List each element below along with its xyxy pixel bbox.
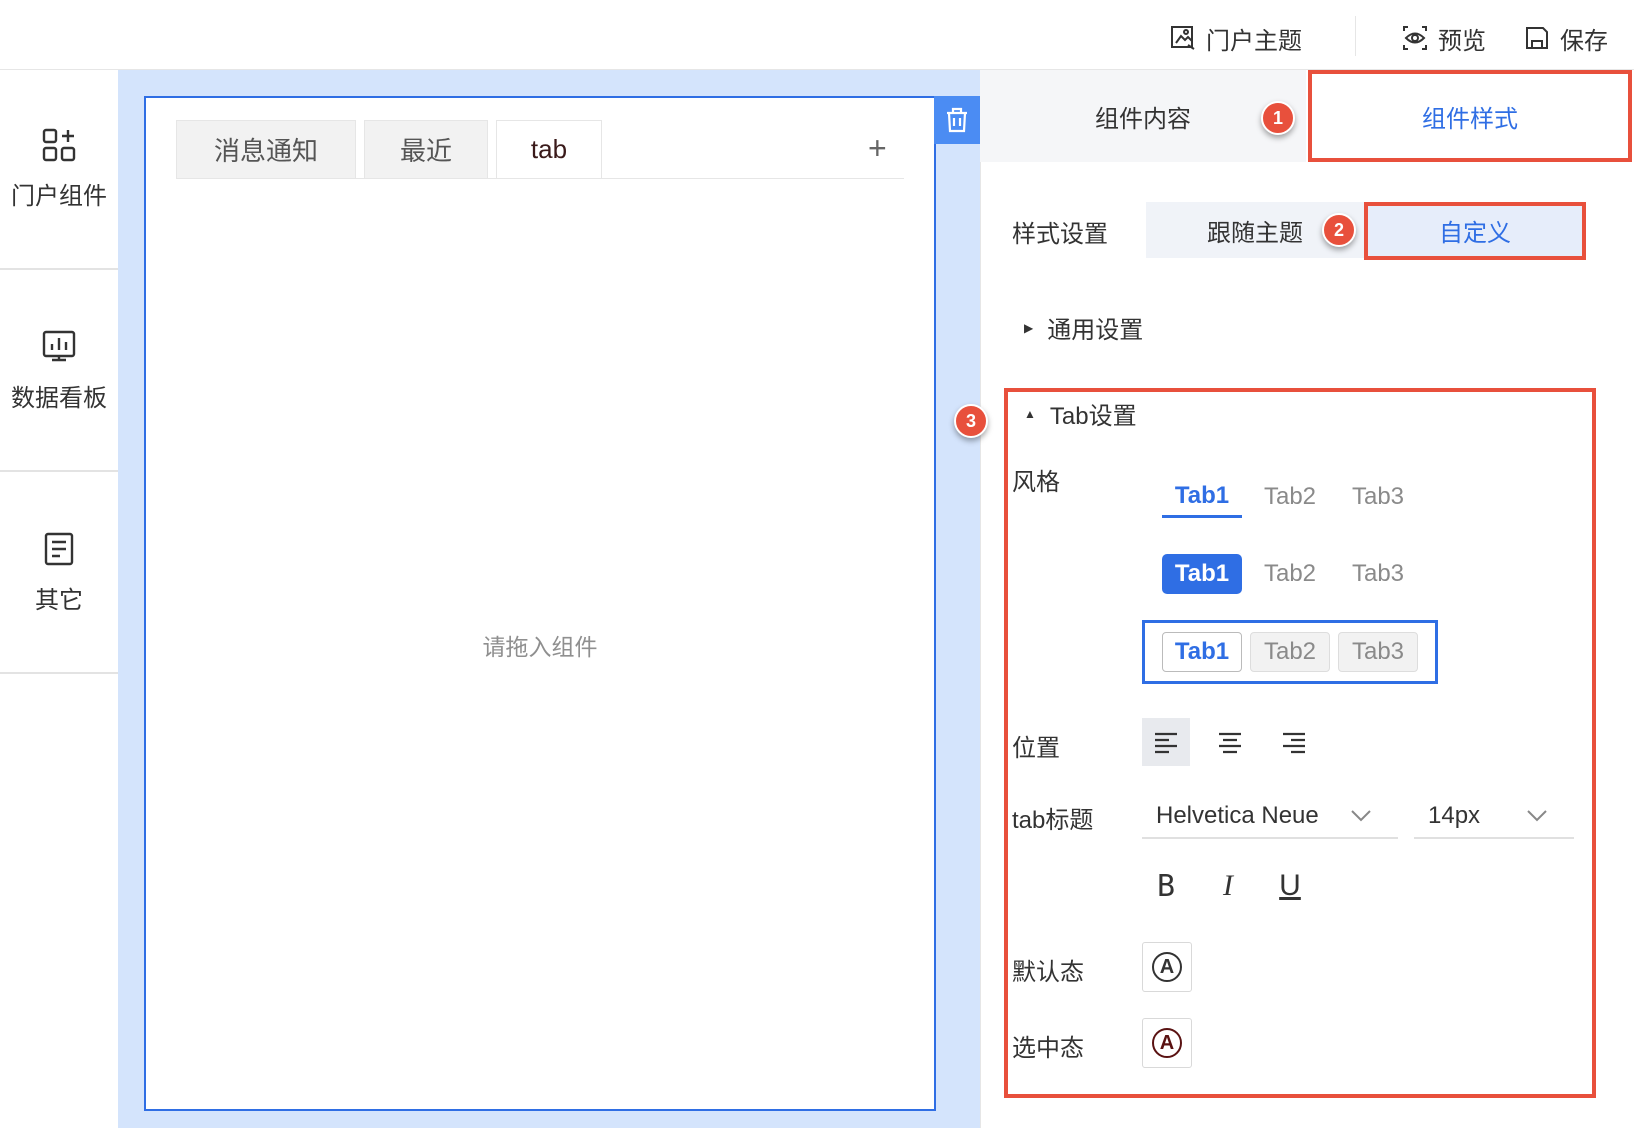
dashboard-chart-icon (42, 330, 76, 361)
style-setting-label: 样式设置 (1012, 221, 1108, 248)
style-underline-tab3[interactable]: Tab3 (1338, 476, 1418, 518)
nav-item-other[interactable]: 其它 (0, 474, 118, 674)
add-tab-button[interactable]: + (868, 130, 887, 167)
align-right-icon (1283, 732, 1305, 754)
chevron-down-icon (1527, 810, 1547, 822)
text-color-icon: A (1152, 1028, 1182, 1058)
style-label: 风格 (1012, 469, 1060, 496)
caret-right-icon: ▶ (1024, 320, 1034, 335)
align-left-button[interactable] (1142, 718, 1190, 766)
custom-option[interactable]: 自定义 (1366, 202, 1584, 258)
tab-component-content[interactable]: 组件内容 (980, 70, 1306, 162)
delete-widget-button[interactable] (934, 96, 980, 144)
caret-down-icon: ▲ (1024, 406, 1036, 421)
nav-item-data-dashboard[interactable]: 数据看板 (0, 272, 118, 472)
bold-button[interactable]: B (1146, 864, 1186, 908)
underline-icon: U (1279, 869, 1301, 902)
italic-icon: I (1223, 869, 1233, 902)
nav-item-portal-components[interactable]: 门户组件 (0, 70, 118, 270)
save-label: 保存 (1560, 27, 1608, 55)
drop-placeholder: 请拖入组件 (482, 634, 598, 660)
save-button[interactable]: 保存 (1524, 20, 1608, 56)
bold-icon: B (1156, 868, 1176, 904)
save-icon (1526, 27, 1548, 49)
widget-tab[interactable]: 消息通知 (176, 120, 356, 178)
underline-button[interactable]: U (1270, 864, 1310, 908)
widget-tab-active[interactable]: tab (496, 120, 602, 178)
trash-icon (947, 107, 967, 133)
document-icon (44, 532, 74, 565)
style-card-tab1[interactable]: Tab1 (1162, 632, 1242, 672)
chevron-down-icon (1351, 810, 1371, 822)
tab-widget[interactable] (144, 96, 936, 1111)
selected-state-label: 选中态 (1012, 1035, 1084, 1062)
top-toolbar: 门户主题 预览 保存 (0, 0, 1634, 70)
font-size-select[interactable]: 14px (1414, 795, 1574, 839)
portal-theme-label: 门户主题 (1206, 27, 1302, 55)
default-state-color-button[interactable]: A (1142, 942, 1192, 992)
nav-label: 其它 (35, 586, 83, 614)
text-color-icon: A (1152, 952, 1182, 982)
italic-button[interactable]: I (1208, 864, 1248, 908)
style-underline-tab1[interactable]: Tab1 (1162, 476, 1242, 518)
general-settings-section[interactable]: ▶ 通用设置 (1024, 310, 1143, 345)
align-left-icon (1155, 732, 1177, 754)
position-label: 位置 (1012, 735, 1060, 762)
font-family-select[interactable]: Helvetica Neue (1142, 795, 1398, 839)
left-nav: 门户组件 数据看板 其它 (0, 70, 118, 1128)
font-size-value: 14px (1428, 802, 1481, 829)
align-right-button[interactable] (1270, 718, 1318, 766)
step-badge: 2 (1322, 213, 1356, 247)
tab-title-label: tab标题 (1012, 807, 1094, 834)
section-title: 通用设置 (1047, 317, 1144, 344)
section-title: Tab设置 (1049, 403, 1137, 430)
style-card-tab2[interactable]: Tab2 (1250, 632, 1330, 672)
align-center-button[interactable] (1206, 718, 1254, 766)
nav-label: 数据看板 (11, 384, 107, 412)
style-card-tab3[interactable]: Tab3 (1338, 632, 1418, 672)
align-center-icon (1219, 732, 1241, 754)
grid-plus-icon (42, 128, 76, 161)
eye-icon (1403, 26, 1427, 50)
nav-label: 门户组件 (11, 182, 107, 210)
tab-component-style[interactable]: 组件样式 (1306, 70, 1634, 162)
step-badge: 1 (1261, 101, 1295, 135)
toolbar-divider (1355, 16, 1356, 56)
style-filled-tab3[interactable]: Tab3 (1338, 554, 1418, 594)
tab-settings-section[interactable]: ▲ Tab设置 (1024, 396, 1137, 431)
step-badge: 3 (954, 404, 988, 438)
preview-button[interactable]: 预览 (1402, 20, 1486, 56)
theme-icon (1171, 26, 1195, 50)
tab-underline (176, 178, 904, 179)
style-filled-tab2[interactable]: Tab2 (1250, 554, 1330, 594)
widget-tab[interactable]: 最近 (364, 120, 488, 178)
default-state-label: 默认态 (1012, 959, 1084, 986)
style-filled-tab1[interactable]: Tab1 (1162, 554, 1242, 594)
style-underline-tab2[interactable]: Tab2 (1250, 476, 1330, 518)
font-family-value: Helvetica Neue (1156, 802, 1319, 829)
preview-label: 预览 (1438, 27, 1486, 55)
portal-theme-button[interactable]: 门户主题 (1170, 20, 1302, 56)
selected-state-color-button[interactable]: A (1142, 1018, 1192, 1068)
